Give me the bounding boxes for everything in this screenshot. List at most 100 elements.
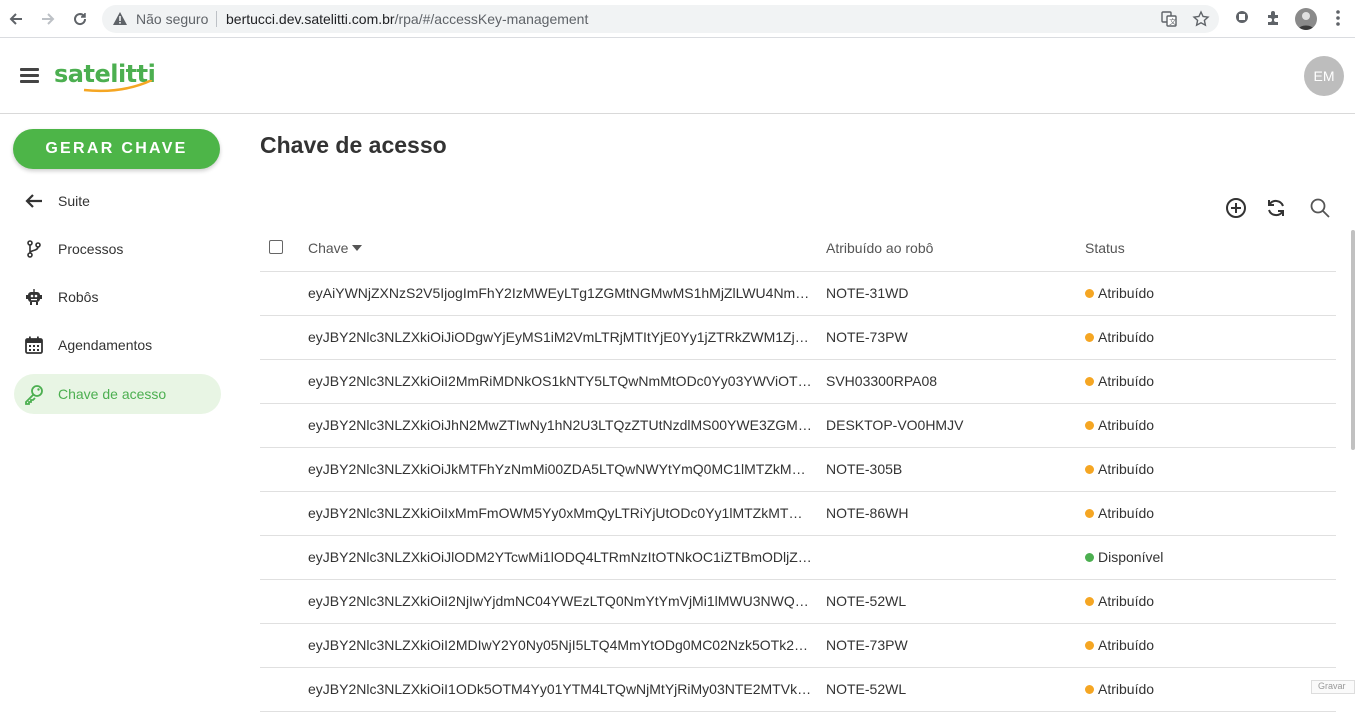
status-dot-icon [1085,596,1094,606]
address-bar[interactable]: Não seguro bertucci.dev.satelitti.com.br… [102,5,1219,33]
table-row[interactable]: eyJBY2Nlc3NLZXkiOiJkMTFhYzNmMi00ZDA5LTQw… [260,448,1336,492]
robot-cell: NOTE-31WD [826,285,909,301]
sidebar-item-label: Robôs [58,289,99,305]
sidebar-item-robos[interactable]: Robôs [14,277,221,317]
sidebar-item-label: Suite [58,193,90,209]
robot-cell: NOTE-73PW [826,329,908,345]
status-cell: Atribuído [1085,417,1154,433]
table-row[interactable]: eyJBY2Nlc3NLZXkiOiIxMmFmOWM5Yy0xMmQyLTRi… [260,492,1336,536]
generate-key-button[interactable]: GERAR CHAVE [13,129,220,169]
status-cell: Atribuído [1085,681,1154,697]
table-row[interactable]: eyJBY2Nlc3NLZXkiOiI1ODk5OTM4Yy01YTM4LTQw… [260,668,1336,712]
insecure-label: Não seguro [136,11,209,27]
robot-cell: NOTE-305B [826,461,903,477]
url-path: /rpa/#/accessKey-management [394,11,589,27]
key-cell: eyJBY2Nlc3NLZXkiOiI1ODk5OTM4Yy01YTM4LTQw… [308,681,813,697]
status-label: Atribuído [1098,637,1155,653]
status-cell: Atribuído [1085,373,1154,389]
key-cell: eyJBY2Nlc3NLZXkiOiJkMTFhYzNmMi00ZDA5LTQw… [308,461,813,477]
search-icon[interactable] [1309,197,1331,219]
logo-swoosh-icon [83,80,153,93]
robot-cell: NOTE-73PW [826,637,908,653]
robot-cell: SVH03300RPA08 [826,373,938,389]
select-all-checkbox[interactable] [269,240,283,254]
calendar-icon [23,334,45,356]
key-cell: eyJBY2Nlc3NLZXkiOiI2MDIwY2Y0Ny05NjI5LTQ4… [308,637,813,653]
browser-toolbar: Não seguro bertucci.dev.satelitti.com.br… [0,0,1355,38]
robot-cell: DESKTOP-VO0HMJV [826,417,964,433]
status-dot-icon [1085,332,1094,342]
table-header: Chave Atribuído ao robô Status [260,226,1336,272]
status-cell: Atribuído [1085,593,1154,609]
column-header-robot[interactable]: Atribuído ao robô [826,240,933,256]
table-row[interactable]: eyAiYWNjZXNzS2V5IjogImFhY2IzMWEyLTg1ZGMt… [260,272,1336,316]
sidebar-item-chave-de-acesso[interactable]: Chave de acesso [14,374,221,414]
reload-icon[interactable] [70,9,90,29]
svg-text:文: 文 [1169,17,1176,26]
robot-icon [23,286,45,308]
table-row[interactable]: eyJBY2Nlc3NLZXkiOiI2MmRiMDNkOS1kNTY5LTQw… [260,360,1336,404]
status-cell: Atribuído [1085,637,1154,653]
access-key-table: Chave Atribuído ao robô Status eyAiYWNjZ… [260,226,1336,712]
profile-avatar[interactable] [1295,8,1317,30]
column-header-status[interactable]: Status [1085,240,1125,256]
star-icon[interactable] [1192,10,1210,33]
table-row[interactable]: eyJBY2Nlc3NLZXkiOiI2NjIwYjdmNC04YWEzLTQ0… [260,580,1336,624]
arrow-left-icon [23,190,45,212]
status-label: Atribuído [1098,681,1155,697]
table-row[interactable]: eyJBY2Nlc3NLZXkiOiJhN2MwZTIwNy1hN2U3LTQz… [260,404,1336,448]
puzzle-icon[interactable] [1265,9,1283,32]
status-label: Atribuído [1098,285,1155,301]
page-title: Chave de acesso [260,132,447,158]
status-cell: Atribuído [1085,505,1154,521]
sidebar-item-label: Processos [58,241,124,257]
key-cell: eyAiYWNjZXNzS2V5IjogImFhY2IzMWEyLTg1ZGMt… [308,285,813,301]
status-label: Atribuído [1098,593,1155,609]
sidebar-item-agendamentos[interactable]: Agendamentos [14,325,221,365]
sidebar-item-suite[interactable]: Suite [14,181,221,221]
sidebar-item-label: Agendamentos [58,337,153,353]
key-cell: eyJBY2Nlc3NLZXkiOiJiODgwYjEyMS1iM2VmLTRj… [308,329,813,345]
key-cell: eyJBY2Nlc3NLZXkiOiI2NjIwYjdmNC04YWEzLTQ0… [308,593,813,609]
gravar-label[interactable]: Gravar [1311,680,1355,694]
more-vertical-icon[interactable] [1330,9,1346,32]
sort-desc-icon [352,245,363,251]
forward-icon[interactable] [38,9,58,29]
sidebar: GERAR CHAVE Suite Processos Robôs Agenda… [0,114,240,694]
status-dot-icon [1085,552,1094,562]
url-host: bertucci.dev.satelitti.com.br [226,11,395,27]
key-cell: eyJBY2Nlc3NLZXkiOiJlODM2YTcwMi1lODQ4LTRm… [308,549,813,565]
status-dot-icon [1085,420,1094,430]
sidebar-item-label: Chave de acesso [58,386,167,402]
status-label: Atribuído [1098,373,1155,389]
table-row[interactable]: eyJBY2Nlc3NLZXkiOiJlODM2YTcwMi1lODQ4LTRm… [260,536,1336,580]
status-cell: Atribuído [1085,285,1154,301]
add-icon[interactable] [1225,197,1247,219]
key-icon [23,383,45,405]
user-avatar[interactable]: EM [1304,56,1344,96]
refresh-icon[interactable] [1265,197,1287,219]
extension-icon[interactable] [1234,9,1250,30]
status-label: Atribuído [1098,505,1155,521]
status-label: Atribuído [1098,461,1155,477]
sidebar-item-processos[interactable]: Processos [14,229,221,269]
column-header-label: Chave [308,240,349,256]
table-body: eyAiYWNjZXNzS2V5IjogImFhY2IzMWEyLTg1ZGMt… [260,272,1336,712]
divider [216,11,217,27]
status-label: Atribuído [1098,329,1155,345]
scrollbar[interactable] [1351,230,1355,450]
menu-icon[interactable] [20,68,39,84]
translate-icon[interactable]: 文 [1160,10,1178,33]
status-dot-icon [1085,508,1094,518]
table-row[interactable]: eyJBY2Nlc3NLZXkiOiJiODgwYjEyMS1iM2VmLTRj… [260,316,1336,360]
status-cell: Atribuído [1085,461,1154,477]
table-row[interactable]: eyJBY2Nlc3NLZXkiOiI2MDIwY2Y0Ny05NjI5LTQ4… [260,624,1336,668]
status-label: Disponível [1098,549,1164,565]
status-dot-icon [1085,376,1094,386]
key-cell: eyJBY2Nlc3NLZXkiOiJhN2MwZTIwNy1hN2U3LTQz… [308,417,813,433]
url-text: bertucci.dev.satelitti.com.br/rpa/#/acce… [226,11,588,27]
back-icon[interactable] [6,9,26,29]
column-header-key[interactable]: Chave [308,240,363,256]
branch-icon [23,238,45,260]
status-dot-icon [1085,640,1094,650]
